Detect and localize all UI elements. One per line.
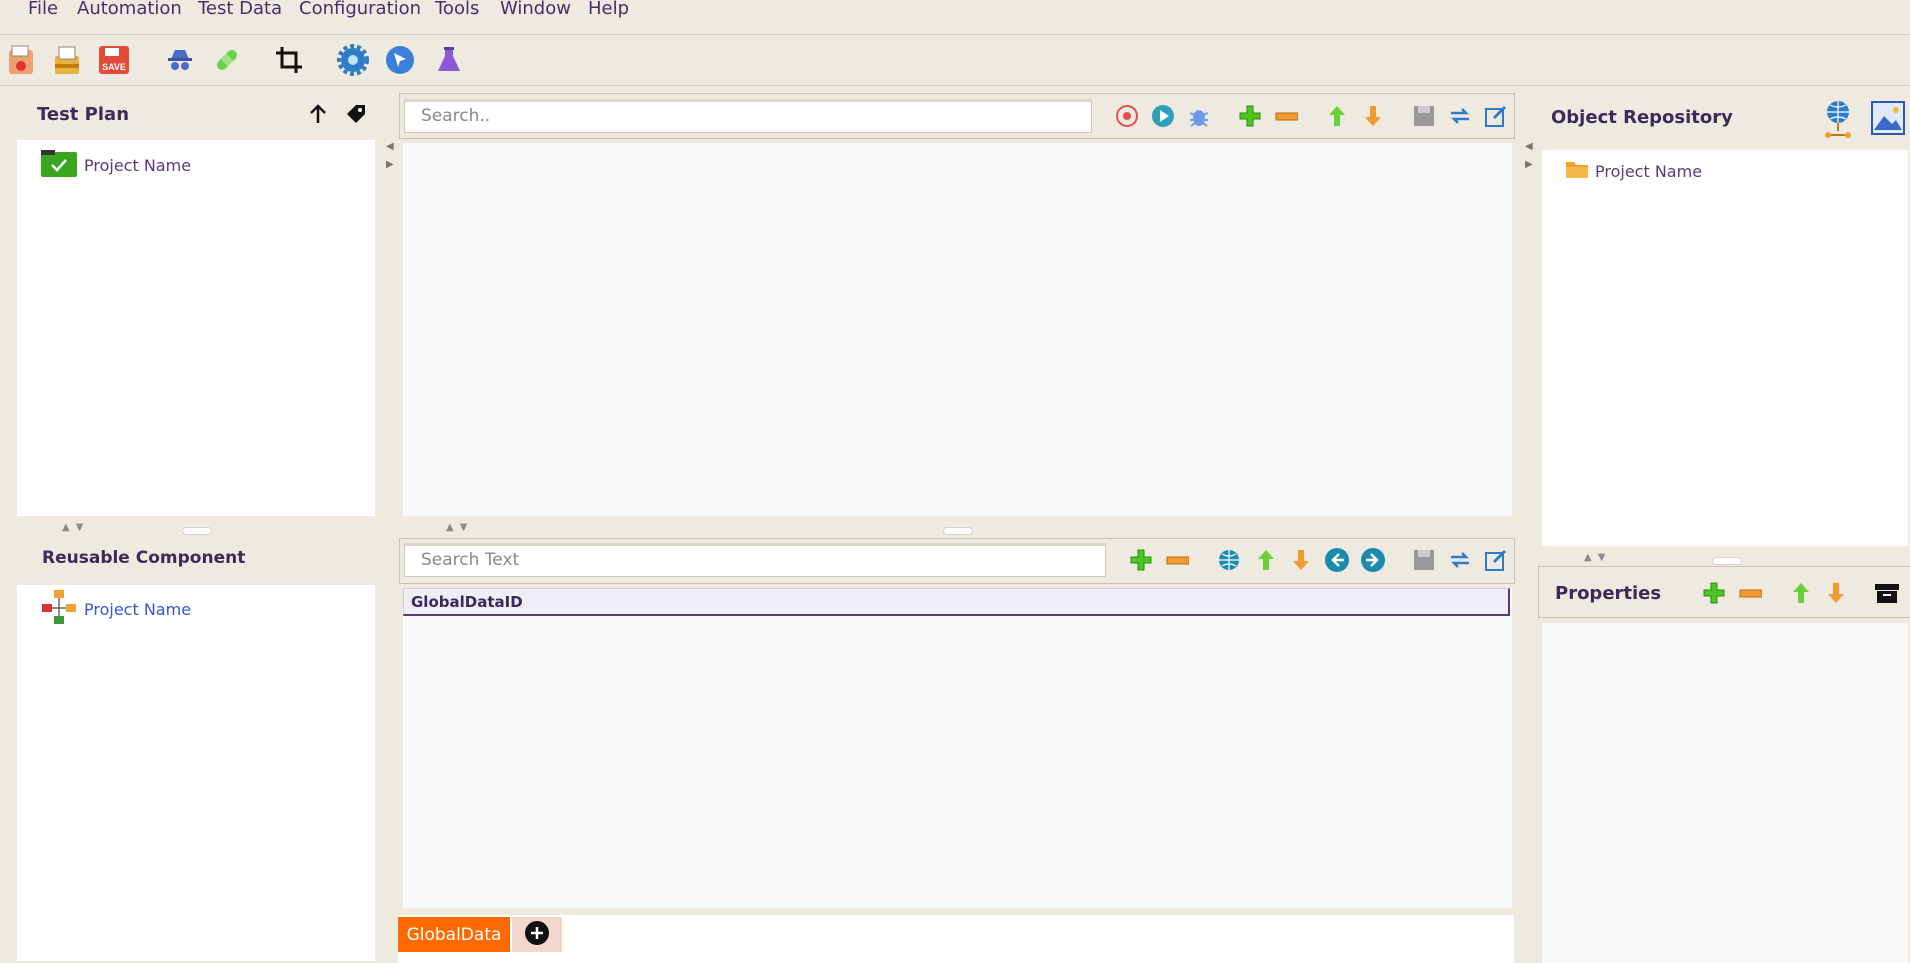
new-project-icon[interactable] xyxy=(4,43,38,77)
refresh-swap-icon[interactable] xyxy=(1447,103,1473,129)
properties-area xyxy=(1542,623,1908,963)
project-check-icon xyxy=(40,148,78,182)
move-down-orange-icon[interactable] xyxy=(1360,103,1386,129)
lab-icon[interactable] xyxy=(432,43,466,77)
reusable-component-title: Reusable Component xyxy=(42,548,246,568)
menu-test-data[interactable]: Test Data xyxy=(198,0,282,19)
save-icon[interactable]: SAVE xyxy=(97,43,131,77)
right-splitter-arrows[interactable]: ▲▼ xyxy=(1584,552,1611,563)
menu-bar: File Automation Test Data Configuration … xyxy=(0,0,1910,35)
remove-icon[interactable] xyxy=(1273,103,1299,129)
globe-icon[interactable] xyxy=(1216,547,1242,573)
column-right-icon[interactable] xyxy=(1360,547,1386,573)
menu-window[interactable]: Window xyxy=(500,0,571,19)
column-header-globaldataid[interactable]: GlobalDataID xyxy=(403,588,1510,616)
add-property-icon[interactable] xyxy=(1701,580,1727,606)
test-plan-title: Test Plan xyxy=(37,104,130,125)
add-tab-button[interactable] xyxy=(512,917,562,952)
run-icon[interactable] xyxy=(1150,103,1176,129)
add-row-icon[interactable] xyxy=(1128,547,1154,573)
archive-icon[interactable] xyxy=(1874,580,1900,606)
reusable-component-tree xyxy=(17,585,375,961)
column-left-icon[interactable] xyxy=(1324,547,1350,573)
editor-search-input[interactable]: Search.. xyxy=(404,99,1092,133)
menu-help[interactable]: Help xyxy=(588,0,629,19)
remove-row-icon[interactable] xyxy=(1164,547,1190,573)
test-plan-project-item[interactable]: Project Name xyxy=(40,148,191,182)
properties-title: Properties xyxy=(1555,583,1662,604)
tab-strip xyxy=(398,915,1514,963)
folder-icon xyxy=(1565,158,1589,184)
menu-file[interactable]: File xyxy=(28,0,58,19)
debug-icon[interactable] xyxy=(1186,103,1212,129)
web-network-icon[interactable] xyxy=(1822,99,1854,143)
menu-tools[interactable]: Tools xyxy=(435,0,479,19)
save-data-icon[interactable] xyxy=(1411,547,1437,573)
image-repository-icon[interactable] xyxy=(1870,100,1906,140)
object-repository-project-label: Project Name xyxy=(1595,161,1703,181)
remove-property-icon[interactable] xyxy=(1737,580,1763,606)
object-repository-project-item[interactable]: Project Name xyxy=(1565,158,1702,184)
test-data-grid xyxy=(403,588,1512,908)
test-plan-tree xyxy=(17,140,375,516)
right-splitter-handle[interactable] xyxy=(1712,557,1742,565)
edit-data-icon[interactable] xyxy=(1483,547,1509,573)
editor-splitter-handle[interactable] xyxy=(943,527,973,535)
collapse-left-arrows[interactable]: ◀ ▶ xyxy=(386,138,394,174)
splitter-arrows[interactable]: ▲▼ xyxy=(62,522,89,533)
component-hierarchy-icon xyxy=(40,588,78,630)
property-down-icon[interactable] xyxy=(1823,580,1849,606)
settings-icon[interactable] xyxy=(336,43,370,77)
row-up-icon[interactable] xyxy=(1253,547,1279,573)
svg-text:SAVE: SAVE xyxy=(102,62,126,72)
open-project-icon[interactable] xyxy=(50,43,84,77)
menu-configuration[interactable]: Configuration xyxy=(299,0,421,19)
reusable-project-label: Project Name xyxy=(84,599,192,619)
test-plan-project-label: Project Name xyxy=(84,155,192,175)
object-repository-tree xyxy=(1542,150,1908,546)
object-repository-title: Object Repository xyxy=(1551,107,1733,128)
record-icon[interactable] xyxy=(1114,103,1140,129)
save-disk-icon[interactable] xyxy=(1411,103,1437,129)
editor-splitter-arrows[interactable]: ▲▼ xyxy=(446,522,473,533)
tab-globaldata[interactable]: GlobalData xyxy=(398,917,510,952)
move-up-icon[interactable] xyxy=(307,103,329,129)
heal-icon[interactable] xyxy=(210,43,244,77)
crop-icon[interactable] xyxy=(272,43,306,77)
spy-icon[interactable] xyxy=(163,43,197,77)
collapse-right-arrows[interactable]: ◀ ▶ xyxy=(1525,138,1533,174)
reusable-project-item[interactable]: Project Name xyxy=(40,588,191,630)
add-icon[interactable] xyxy=(1237,103,1263,129)
editor-area[interactable] xyxy=(403,143,1512,516)
property-up-icon[interactable] xyxy=(1788,580,1814,606)
swap-data-icon[interactable] xyxy=(1447,547,1473,573)
splitter-handle[interactable] xyxy=(182,527,212,535)
plus-circle-icon xyxy=(524,920,550,950)
move-up-green-icon[interactable] xyxy=(1324,103,1350,129)
test-data-search-input[interactable]: Search Text xyxy=(404,543,1106,577)
navigate-icon[interactable] xyxy=(383,43,417,77)
row-down-icon[interactable] xyxy=(1288,547,1314,573)
tag-icon[interactable] xyxy=(344,102,368,130)
menu-automation[interactable]: Automation xyxy=(77,0,182,19)
edit-icon[interactable] xyxy=(1483,103,1509,129)
main-toolbar: SAVE xyxy=(0,35,1910,86)
